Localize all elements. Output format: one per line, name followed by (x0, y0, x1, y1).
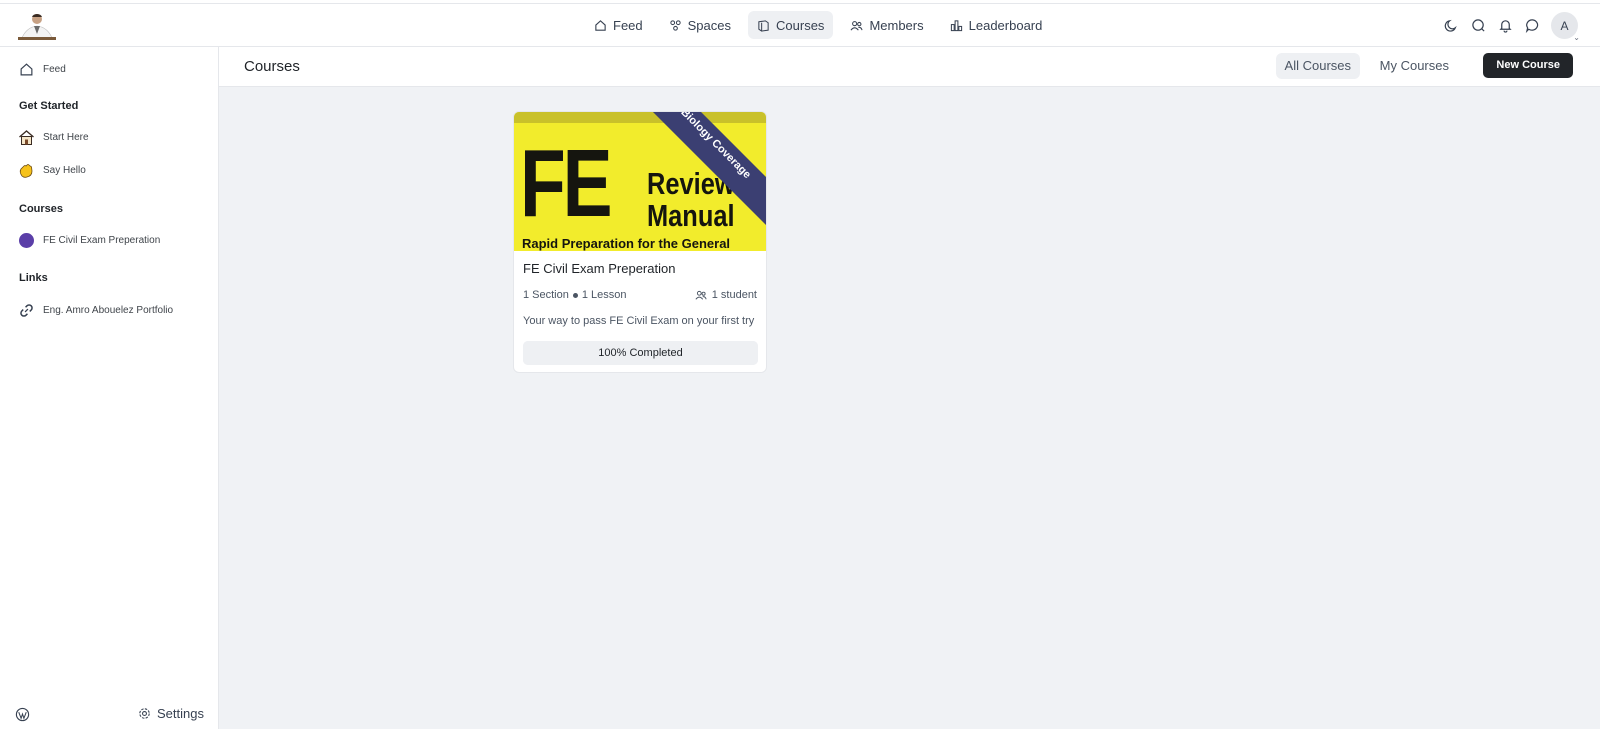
course-title: FE Civil Exam Preperation (523, 261, 676, 276)
messages-chat-icon[interactable] (1524, 18, 1540, 34)
sidebar-section-courses: Courses (19, 203, 64, 215)
link-icon (18, 302, 35, 319)
sidebar-item-label: Start Here (43, 132, 89, 143)
main-content: Courses All Courses My Courses New Cours… (219, 47, 1600, 729)
course-description: Your way to pass FE Civil Exam on your f… (523, 315, 755, 327)
nav-courses-label: Courses (776, 17, 825, 33)
page-title: Courses (244, 58, 300, 75)
progress-label: 100% Completed (598, 347, 683, 359)
sidebar-footer: Settings (0, 700, 218, 729)
meta-separator-dot (572, 292, 578, 298)
sidebar-item-label: Eng. Amro Abouelez Portfolio (43, 305, 174, 316)
nav-feed[interactable]: Feed (585, 11, 652, 39)
nav-members-label: Members (869, 17, 924, 33)
page-header: Courses All Courses My Courses New Cours… (219, 47, 1600, 87)
notifications-bell-icon[interactable] (1497, 18, 1513, 34)
dark-mode-moon-icon[interactable] (1443, 18, 1459, 34)
top-right-actions: A ⌄ (1443, 12, 1580, 42)
members-icon (850, 20, 863, 30)
settings-label: Settings (157, 706, 204, 721)
new-course-button[interactable]: New Course (1483, 53, 1573, 78)
sidebar-item-portfolio-link[interactable]: Eng. Amro Abouelez Portfolio (18, 302, 173, 319)
sidebar-item-label: FE Civil Exam Preperation (43, 235, 161, 246)
gear-icon (139, 708, 150, 719)
sidebar-item-fe-civil-course[interactable]: FE Civil Exam Preperation (18, 232, 160, 249)
course-meta: 1 Section 1 Lesson (523, 289, 627, 301)
cover-fe-text: FE (520, 130, 613, 237)
course-students: 1 student (695, 289, 757, 301)
cover-manual-text: Manual (647, 198, 735, 233)
students-icon (695, 290, 707, 300)
nav-leaderboard[interactable]: Leaderboard (941, 11, 1052, 39)
sidebar: Feed Get Started Start Here Say Hello Co… (0, 47, 219, 729)
sidebar-item-feed[interactable]: Feed (18, 61, 66, 78)
cover-top-strip (514, 112, 766, 123)
cover-subtitle: Rapid Preparation for the General (522, 236, 731, 251)
tab-all-courses[interactable]: All Courses (1275, 53, 1360, 79)
nav-spaces-label: Spaces (687, 17, 732, 33)
waving-hand-emoji-icon (18, 162, 35, 179)
community-logo[interactable] (18, 12, 56, 41)
course-cover-image: FE Review Manual Rapid Preparation for t… (514, 112, 766, 251)
wordpress-icon[interactable] (15, 707, 30, 722)
user-avatar-menu[interactable]: A ⌄ (1551, 12, 1580, 42)
course-progress-bar: 100% Completed (523, 341, 758, 365)
purple-circle-icon (18, 232, 35, 249)
course-sections: 1 Section (523, 289, 569, 301)
sidebar-item-say-hello[interactable]: Say Hello (18, 162, 86, 179)
sidebar-item-label: Say Hello (43, 165, 86, 176)
sidebar-section-links: Links (19, 272, 48, 284)
course-card[interactable]: FE Review Manual Rapid Preparation for t… (513, 111, 767, 373)
tab-my-courses[interactable]: My Courses (1371, 53, 1458, 79)
leaderboard-icon (950, 19, 962, 31)
avatar-initial: A (1560, 18, 1569, 33)
sidebar-item-start-here[interactable]: Start Here (18, 129, 89, 146)
top-bar: Feed Spaces Courses Members Leaderboard (0, 3, 1600, 47)
home-icon (595, 19, 606, 31)
main-nav: Feed Spaces Courses Members Leaderboard (585, 11, 1051, 39)
nav-feed-label: Feed (613, 17, 643, 33)
nav-courses[interactable]: Courses (748, 11, 834, 39)
course-students-count: 1 student (711, 289, 757, 301)
nav-leaderboard-label: Leaderboard (968, 17, 1043, 33)
spaces-icon (669, 19, 681, 31)
sidebar-item-label: Feed (43, 64, 66, 75)
courses-icon (758, 19, 769, 32)
house-emoji-icon (18, 129, 35, 146)
nav-spaces[interactable]: Spaces (660, 11, 740, 39)
sidebar-section-get-started: Get Started (19, 100, 79, 112)
search-icon[interactable] (1470, 18, 1486, 34)
nav-members[interactable]: Members (841, 11, 932, 39)
course-lessons: 1 Lesson (581, 289, 627, 301)
chevron-down-icon: ⌄ (1573, 33, 1580, 42)
home-icon (18, 61, 35, 78)
settings-button[interactable]: Settings (138, 706, 204, 721)
